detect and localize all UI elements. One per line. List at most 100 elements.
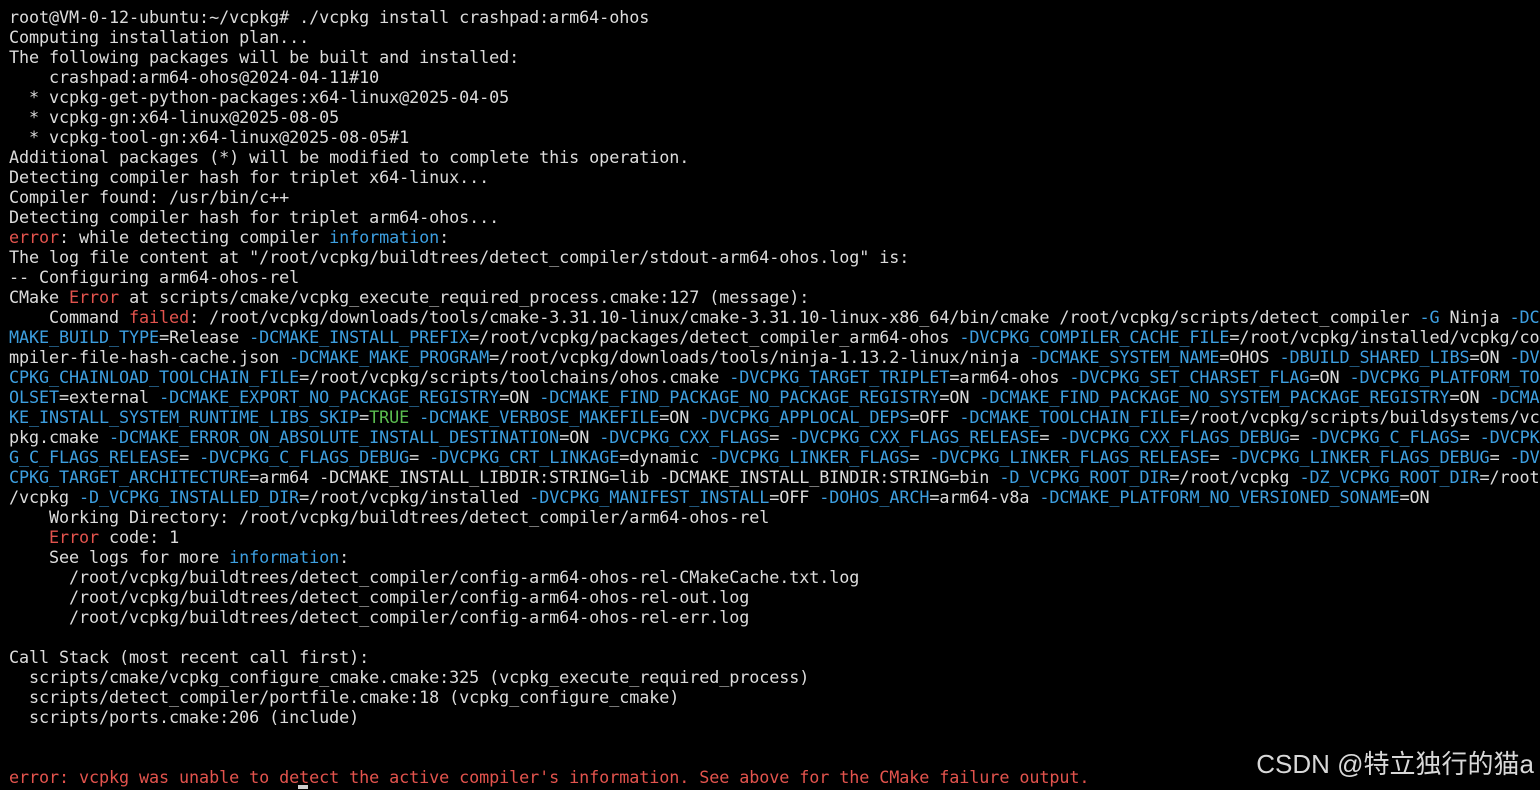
terminal-text: at scripts/cmake/vcpkg_execute_required_… (119, 287, 810, 307)
terminal-text: =OFF (769, 487, 820, 507)
terminal-cursor (298, 785, 308, 789)
terminal-text: =/root/vcpkg (1169, 467, 1300, 487)
terminal-text: =ON (499, 387, 540, 407)
terminal-text: /root/vcpkg/buildtrees/detect_compiler/c… (9, 587, 750, 607)
terminal-text: -DCMAKE_MAKE_PROGRAM (289, 347, 490, 367)
terminal-text: : while detecting compiler (59, 227, 330, 247)
terminal-text: failed (129, 307, 190, 327)
terminal-line: G_C_FLAGS_RELEASE = -DVCPKG_C_FLAGS_DEBUG… (9, 447, 1540, 467)
terminal-text: -DVCPKG_LINKER_FLAGS_RELEASE (929, 447, 1210, 467)
terminal-text: -DVCPKG_SET_CHARSET_FLAG (1069, 367, 1310, 387)
terminal-text: -DCMAKE_FIND_PACKAGE_NO_PACKAGE_REGISTRY (539, 387, 940, 407)
terminal-line: KE_INSTALL_SYSTEM_RUNTIME_LIBS_SKIP=TRUE… (9, 407, 1540, 427)
terminal-line: CMake Error at scripts/cmake/vcpkg_execu… (9, 287, 1540, 307)
terminal-text: scripts/cmake/vcpkg_configure_cmake.cmak… (9, 667, 810, 687)
terminal-text: -DCMAKE_EXPORT_NO_PACKAGE_REGISTRY (159, 387, 500, 407)
terminal-line: Detecting compiler hash for triplet x64-… (9, 167, 1540, 187)
terminal-line: scripts/detect_compiler/portfile.cmake:1… (9, 687, 1540, 707)
terminal-text: =Release (159, 327, 250, 347)
terminal-text: =OFF (909, 407, 960, 427)
terminal-text: Command (9, 307, 130, 327)
terminal-text: -DBUILD_SHARED_LIBS (1279, 347, 1470, 367)
terminal-text: -DVCPKG_CXX_FLAGS_RELEASE (789, 427, 1040, 447)
terminal-text: -DVCPKG_CXX_FLAGS_DEBUG (1059, 427, 1290, 447)
terminal-line: -- Configuring arm64-ohos-rel (9, 267, 1540, 287)
terminal-text: KE_INSTALL_SYSTEM_RUNTIME_LIBS_SKIP (9, 407, 360, 427)
terminal-text: =arm64-v8a (929, 487, 1040, 507)
terminal-text: = (1039, 427, 1060, 447)
terminal-text: -DVCPKG_CXX_FLAGS (599, 427, 770, 447)
terminal-text: =ON (1449, 387, 1490, 407)
terminal-text: Detecting compiler hash for triplet arm6… (9, 207, 500, 227)
terminal-line: CPKG_TARGET_ARCHITECTURE=arm64 -DCMAKE_I… (9, 467, 1540, 487)
terminal-line: scripts/cmake/vcpkg_configure_cmake.cmak… (9, 667, 1540, 687)
terminal-text: Detecting compiler hash for triplet x64-… (9, 167, 490, 187)
terminal-text: -DCMAKE_VERBOSE_MAKEFILE (419, 407, 660, 427)
terminal-line: crashpad:arm64-ohos@2024-04-11#10 (9, 67, 1540, 87)
terminal-line: CPKG_CHAINLOAD_TOOLCHAIN_FILE=/root/vcpk… (9, 367, 1540, 387)
terminal-text: -DCMAKE_TOOLCHAIN_FILE (959, 407, 1180, 427)
terminal-text: =ON (1399, 487, 1430, 507)
terminal-text: /root/vcpkg/buildtrees/detect_compiler/c… (9, 607, 750, 627)
terminal-text: Computing installation plan... (9, 27, 310, 47)
terminal-text: = (1289, 427, 1310, 447)
terminal-text: = (909, 447, 930, 467)
terminal-text: =/root/vcpkg/scripts/buildsystems/vc (1179, 407, 1540, 427)
terminal-text: -DVCPKG_C_FLAGS (1309, 427, 1460, 447)
terminal-line: Command failed: /root/vcpkg/downloads/to… (9, 307, 1540, 327)
terminal-text: * vcpkg-gn:x64-linux@2025-08-05 (9, 107, 340, 127)
terminal-text: G_C_FLAGS_RELEASE (9, 447, 180, 467)
terminal-text: error (9, 227, 60, 247)
terminal-text: =ON (659, 407, 700, 427)
terminal-text: = (1209, 447, 1230, 467)
terminal-text: = (769, 427, 790, 447)
terminal-text: : /root/vcpkg/downloads/tools/cmake-3.31… (189, 307, 1420, 327)
terminal-text: -DVCPKG_PLATFORM_TO (1349, 367, 1540, 387)
terminal-text: MAKE_BUILD_TYPE (9, 327, 160, 347)
terminal-window[interactable]: root@VM-0-12-ubuntu:~/vcpkg# ./vcpkg ins… (0, 0, 1540, 790)
terminal-text: =/root/vcpkg/packages/detect_compiler_ar… (469, 327, 960, 347)
terminal-text: -DCMAKE_ERROR_ON_ABSOLUTE_INSTALL_DESTIN… (109, 427, 560, 447)
terminal-text: Ninja (1439, 307, 1510, 327)
terminal-text: -- Configuring arm64-ohos-rel (9, 267, 300, 287)
terminal-line: Detecting compiler hash for triplet arm6… (9, 207, 1540, 227)
terminal-text: pkg.cmake (9, 427, 110, 447)
terminal-text: =arm64-ohos (949, 367, 1070, 387)
terminal-text: -DOHOS_ARCH (819, 487, 930, 507)
terminal-text: The log file content at "/root/vcpkg/bui… (9, 247, 910, 267)
terminal-line: Call Stack (most recent call first): (9, 647, 1540, 667)
terminal-text: = (1489, 447, 1510, 467)
terminal-text: scripts/detect_compiler/portfile.cmake:1… (9, 687, 680, 707)
terminal-text: Working Directory: /root/vcpkg/buildtree… (9, 507, 770, 527)
terminal-text: information (329, 227, 440, 247)
terminal-line: pkg.cmake -DCMAKE_ERROR_ON_ABSOLUTE_INST… (9, 427, 1540, 447)
terminal-text: -DZ_VCPKG_ROOT_DIR (1299, 467, 1480, 487)
terminal-text: =/root/vcpkg/installed/vcpkg/co (1229, 327, 1540, 347)
terminal-text: * vcpkg-get-python-packages:x64-linux@20… (9, 87, 510, 107)
terminal-text: -DVCPKG_C_FLAGS_DEBUG (199, 447, 410, 467)
terminal-text: -DCMAKE_FIND_PACKAGE_NO_SYSTEM_PACKAGE_R… (979, 387, 1450, 407)
terminal-text: scripts/ports.cmake:206 (include) (9, 707, 360, 727)
terminal-text: -DVCPKG_LINKER_FLAGS_DEBUG (1229, 447, 1490, 467)
terminal-line: /root/vcpkg/buildtrees/detect_compiler/c… (9, 607, 1540, 627)
terminal-text: Error (69, 287, 120, 307)
terminal-text: -D_VCPKG_ROOT_DIR (999, 467, 1170, 487)
terminal-line: Working Directory: /root/vcpkg/buildtree… (9, 507, 1540, 527)
terminal-text: =OHOS (1219, 347, 1280, 367)
terminal-text: -DVCPKG_CRT_LINKAGE (429, 447, 620, 467)
terminal-text: =arm64 -DCMAKE_INSTALL_LIBDIR:STRING=lib… (249, 467, 1000, 487)
terminal-line: error: while detecting compiler informat… (9, 227, 1540, 247)
terminal-text: =dynamic (619, 447, 710, 467)
terminal-text: OLSET (9, 387, 60, 407)
terminal-text: = (359, 407, 370, 427)
terminal-text: -DC (1509, 307, 1540, 327)
terminal-text: = (1459, 427, 1480, 447)
terminal-text: crashpad:arm64-ohos@2024-04-11#10 (9, 67, 380, 87)
terminal-output: root@VM-0-12-ubuntu:~/vcpkg# ./vcpkg ins… (9, 7, 1540, 787)
terminal-text: =/root (1479, 467, 1540, 487)
terminal-line: The following packages will be built and… (9, 47, 1540, 67)
terminal-text: -DVCPKG_COMPILER_CACHE_FILE (959, 327, 1230, 347)
terminal-line: /vcpkg -D_VCPKG_INSTALLED_DIR=/root/vcpk… (9, 487, 1540, 507)
terminal-line: /root/vcpkg/buildtrees/detect_compiler/c… (9, 587, 1540, 607)
